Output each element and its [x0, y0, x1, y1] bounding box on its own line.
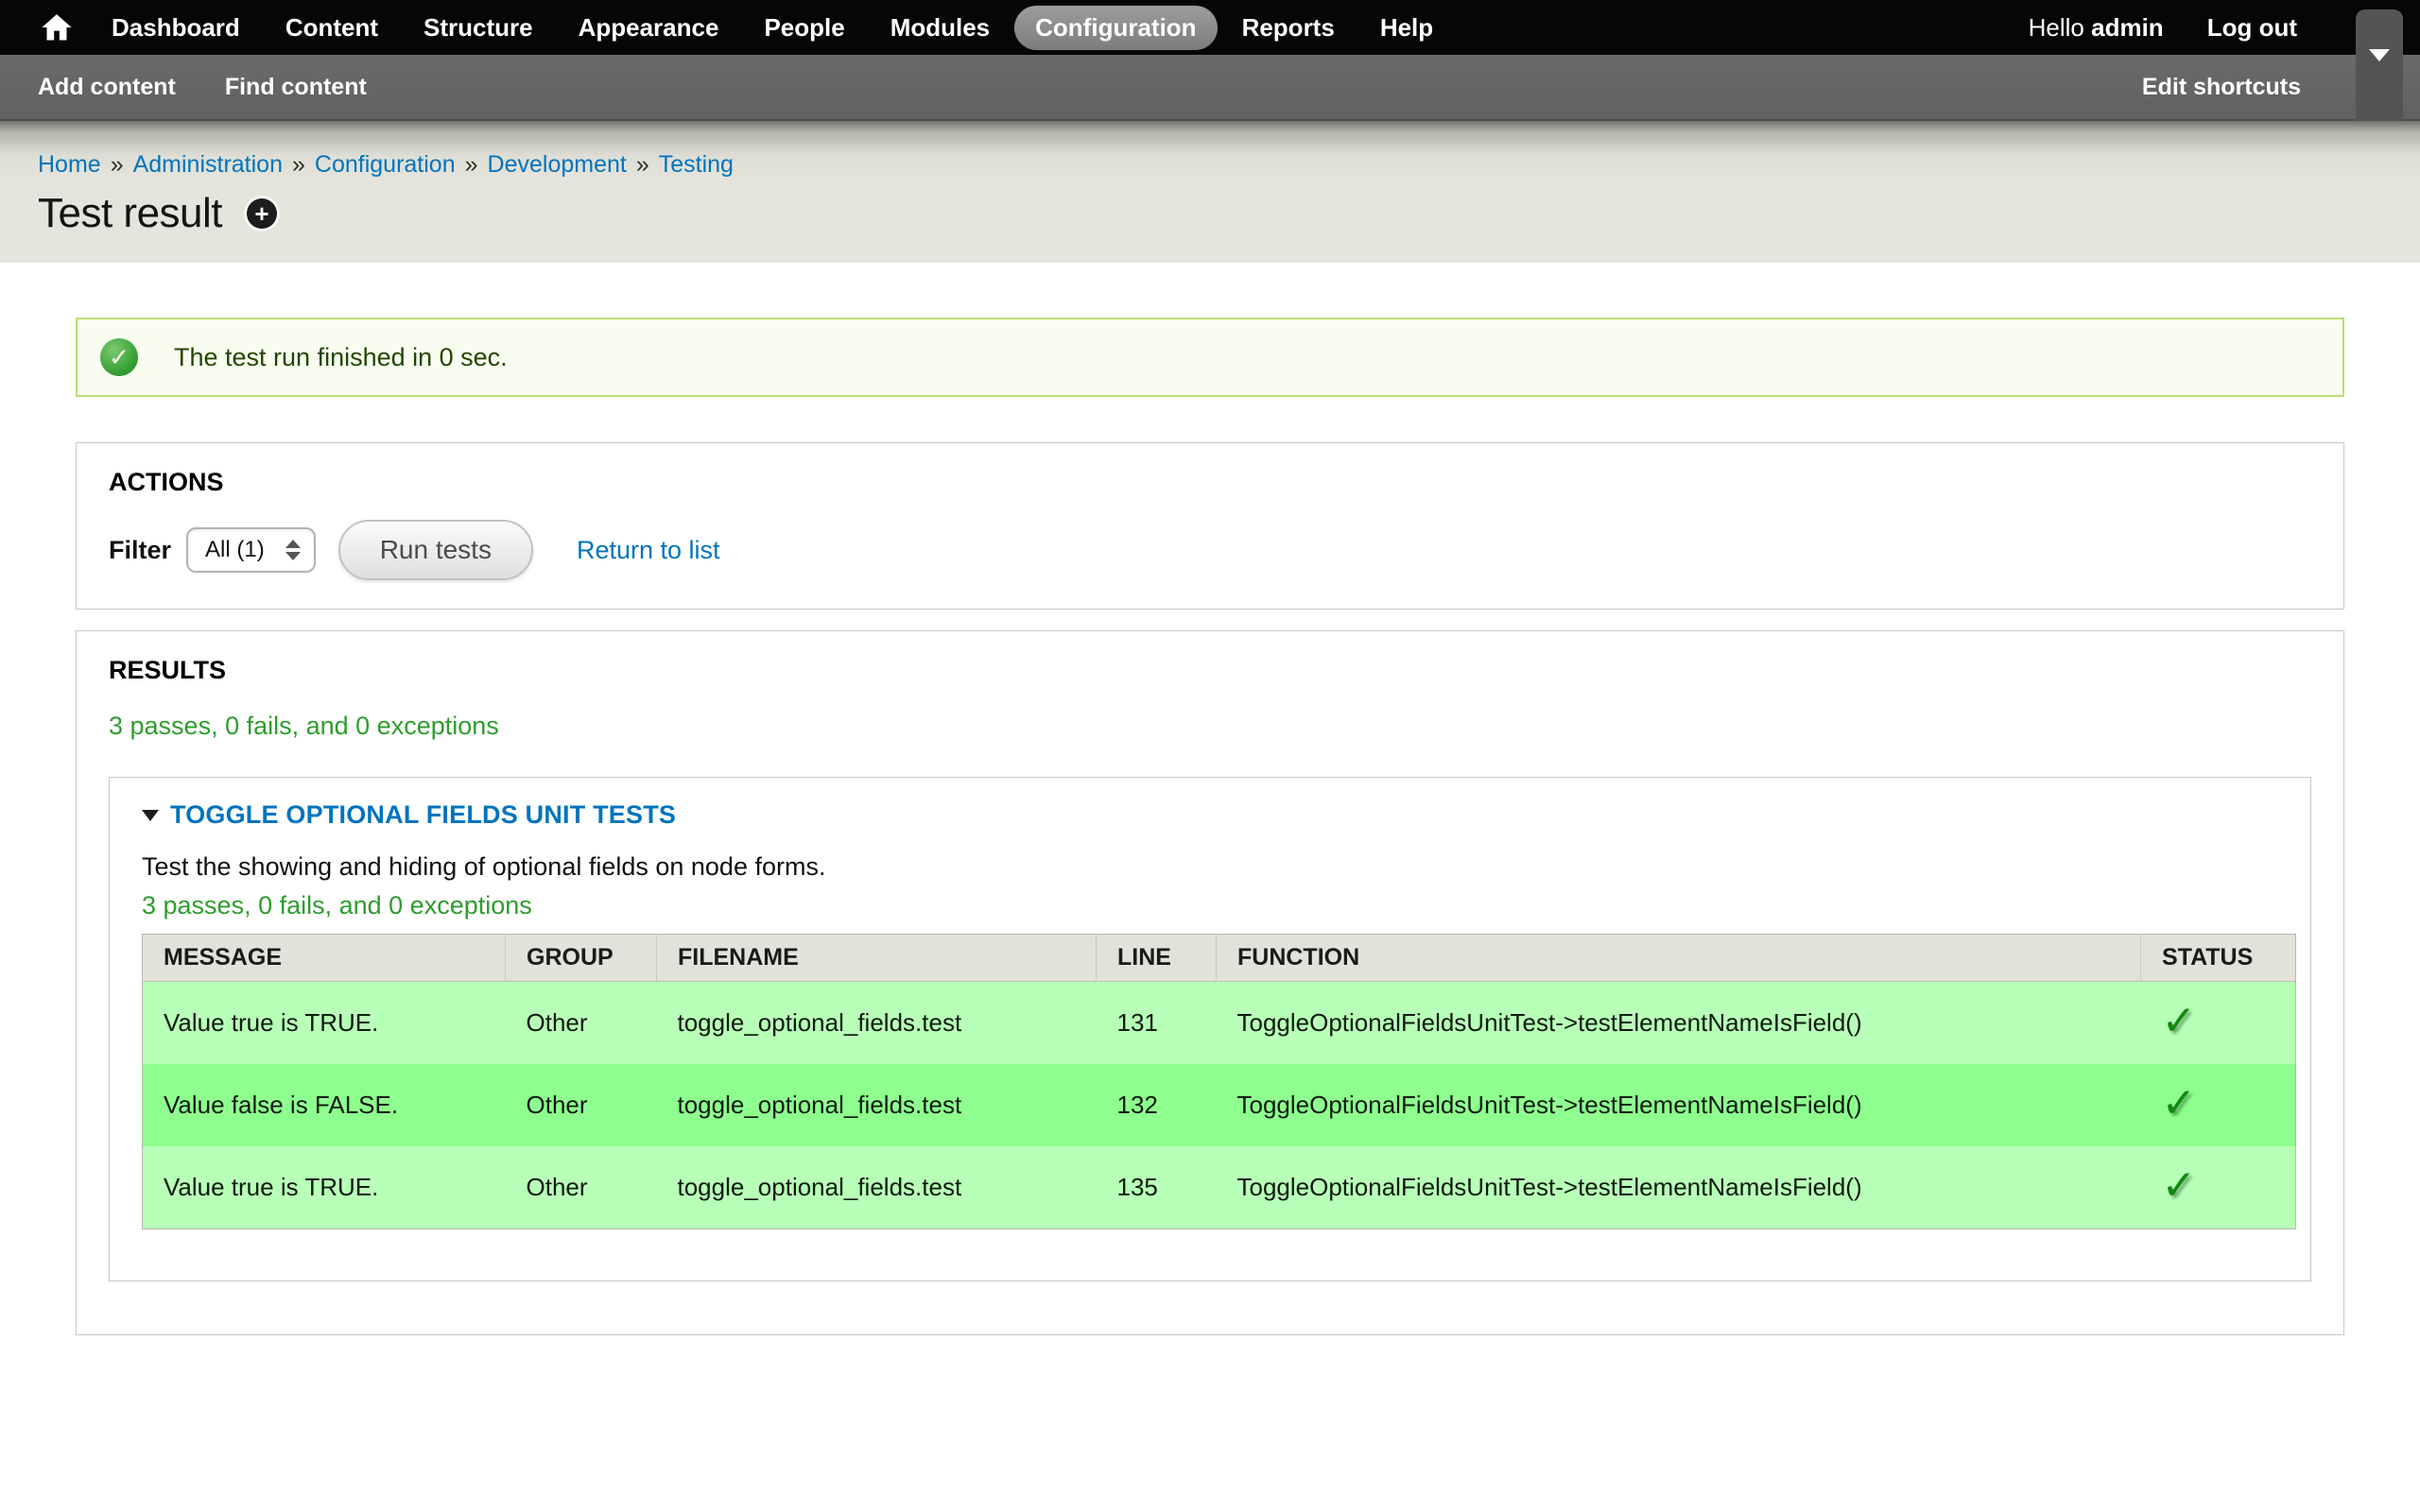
toolbar-drawer-toggle[interactable] — [2356, 9, 2403, 121]
cell-status: ✓ — [2141, 1064, 2296, 1146]
admin-toolbar: DashboardContentStructureAppearancePeopl… — [0, 0, 2420, 55]
cell-function: ToggleOptionalFieldsUnitTest->testElemen… — [1217, 1064, 2141, 1146]
check-icon: ✓ — [2162, 1169, 2197, 1202]
breadcrumb-link-configuration[interactable]: Configuration — [315, 151, 456, 178]
return-to-list-link[interactable]: Return to list — [577, 536, 720, 565]
status-message-text: The test run finished in 0 sec. — [174, 343, 508, 372]
test-group-fieldset: TOGGLE OPTIONAL FIELDS UNIT TESTS Test t… — [109, 777, 2311, 1281]
breadcrumb-separator: » — [111, 151, 124, 178]
cell-function: ToggleOptionalFieldsUnitTest->testElemen… — [1217, 982, 2141, 1065]
cell-status: ✓ — [2141, 1146, 2296, 1229]
cell-line: 132 — [1097, 1064, 1217, 1146]
cell-function: ToggleOptionalFieldsUnitTest->testElemen… — [1217, 1146, 2141, 1229]
greeting-prefix: Hello — [2029, 13, 2091, 42]
toolbar-menu: DashboardContentStructureAppearancePeopl… — [89, 0, 1456, 55]
cell-group: Other — [506, 1064, 657, 1146]
edit-shortcuts-link[interactable]: Edit shortcuts — [2142, 74, 2301, 101]
results-summary: 3 passes, 0 fails, and 0 exceptions — [109, 712, 2311, 741]
breadcrumb: Home » Administration » Configuration » Develo… — [38, 151, 2420, 179]
select-arrows-icon — [285, 540, 301, 560]
username-link[interactable]: admin — [2091, 13, 2164, 42]
check-icon: ✓ — [2162, 1005, 2197, 1038]
chevron-down-icon — [2369, 49, 2390, 61]
shortcut-item-find-content[interactable]: Find content — [225, 74, 367, 101]
cell-filename: toggle_optional_fields.test — [657, 1064, 1097, 1146]
toolbar-item-configuration[interactable]: Configuration — [1014, 6, 1217, 50]
breadcrumb-link-home[interactable]: Home — [38, 151, 101, 178]
greeting-text: Hello admin — [2029, 13, 2164, 43]
toolbar-item-help[interactable]: Help — [1359, 6, 1454, 50]
toolbar-item-reports[interactable]: Reports — [1221, 6, 1356, 50]
run-tests-button[interactable]: Run tests — [338, 520, 533, 580]
results-table: MESSAGEGROUPFILENAMELINEFUNCTIONSTATUS V… — [142, 934, 2296, 1229]
cell-line: 135 — [1097, 1146, 1217, 1229]
filter-label: Filter — [109, 536, 171, 565]
cell-filename: toggle_optional_fields.test — [657, 982, 1097, 1065]
filter-select-value: All (1) — [205, 537, 265, 563]
add-shortcut-icon[interactable]: + — [247, 198, 277, 229]
results-fieldset: RESULTS 3 passes, 0 fails, and 0 excepti… — [76, 630, 2344, 1335]
shortcut-menu: Add content Find content — [38, 74, 416, 101]
home-icon — [40, 11, 74, 43]
cell-group: Other — [506, 982, 657, 1065]
breadcrumb-link-administration[interactable]: Administration — [133, 151, 283, 178]
main-content: ✓ The test run finished in 0 sec. ACTION… — [0, 318, 2420, 1335]
breadcrumb-link-development[interactable]: Development — [488, 151, 627, 178]
check-icon: ✓ — [2162, 1087, 2197, 1120]
results-legend: RESULTS — [109, 656, 2311, 685]
filter-select[interactable]: All (1) — [186, 527, 316, 573]
column-header-group: GROUP — [506, 935, 657, 982]
toolbar-item-appearance[interactable]: Appearance — [558, 6, 740, 50]
column-header-status: STATUS — [2141, 935, 2296, 982]
actions-fieldset: ACTIONS Filter All (1) Run tests Return … — [76, 442, 2344, 610]
toolbar-item-content[interactable]: Content — [265, 6, 399, 50]
toolbar-item-modules[interactable]: Modules — [870, 6, 1011, 50]
status-message: ✓ The test run finished in 0 sec. — [76, 318, 2344, 397]
test-group-title-link[interactable]: TOGGLE OPTIONAL FIELDS UNIT TESTS — [170, 800, 676, 830]
breadcrumb-separator: » — [465, 151, 478, 178]
toolbar-item-structure[interactable]: Structure — [403, 6, 554, 50]
toolbar-item-dashboard[interactable]: Dashboard — [91, 6, 261, 50]
cell-line: 131 — [1097, 982, 1217, 1065]
table-row: Value false is FALSE.Othertoggle_optiona… — [143, 1064, 2296, 1146]
table-row: Value true is TRUE.Othertoggle_optional_… — [143, 1146, 2296, 1229]
test-group-summary: 3 passes, 0 fails, and 0 exceptions — [142, 891, 2278, 920]
test-group-description: Test the showing and hiding of optional … — [142, 852, 2278, 882]
cell-message: Value true is TRUE. — [143, 1146, 506, 1229]
logout-link[interactable]: Log out — [2207, 13, 2297, 43]
column-header-function: FUNCTION — [1217, 935, 2141, 982]
toolbar-item-people[interactable]: People — [743, 6, 865, 50]
cell-message: Value true is TRUE. — [143, 982, 506, 1065]
cell-status: ✓ — [2141, 982, 2296, 1065]
table-body: Value true is TRUE.Othertoggle_optional_… — [143, 982, 2296, 1229]
page-header: Home » Administration » Configuration » Develo… — [0, 121, 2420, 263]
page-title: Test result — [38, 190, 222, 237]
shortcut-bar: Add content Find content Edit shortcuts — [0, 55, 2420, 121]
breadcrumb-separator: » — [292, 151, 305, 178]
cell-group: Other — [506, 1146, 657, 1229]
shortcut-item-add-content[interactable]: Add content — [38, 74, 176, 101]
breadcrumb-link-testing[interactable]: Testing — [659, 151, 734, 178]
column-header-message: MESSAGE — [143, 935, 506, 982]
table-row: Value true is TRUE.Othertoggle_optional_… — [143, 982, 2296, 1065]
table-header-row: MESSAGEGROUPFILENAMELINEFUNCTIONSTATUS — [143, 935, 2296, 982]
cell-message: Value false is FALSE. — [143, 1064, 506, 1146]
actions-legend: ACTIONS — [109, 468, 2311, 497]
collapse-arrow-icon[interactable] — [142, 810, 159, 821]
breadcrumb-separator: » — [636, 151, 649, 178]
home-button[interactable] — [25, 0, 89, 55]
cell-filename: toggle_optional_fields.test — [657, 1146, 1097, 1229]
column-header-line: LINE — [1097, 935, 1217, 982]
status-ok-icon: ✓ — [100, 338, 138, 376]
column-header-filename: FILENAME — [657, 935, 1097, 982]
